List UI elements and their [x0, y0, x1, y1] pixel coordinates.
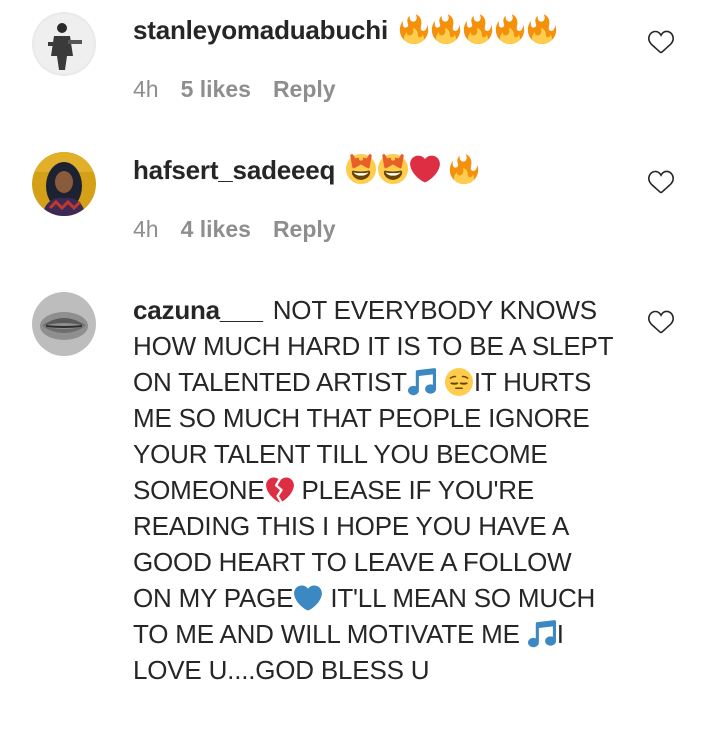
fire-emoji [449, 154, 479, 184]
heart-eyes-emoji [346, 154, 376, 184]
music-notes-emoji [528, 620, 556, 648]
blue-heart-emoji [294, 584, 322, 612]
comment-likes[interactable]: 4 likes [181, 216, 251, 242]
comment-time: 4h [133, 216, 159, 242]
avatar[interactable] [32, 152, 96, 216]
like-heart-icon[interactable] [648, 29, 674, 53]
broken-heart-emoji [266, 476, 294, 504]
fire-emoji [431, 14, 461, 44]
comment-meta: 4h 5 likes Reply [133, 76, 358, 103]
comment-likes[interactable]: 5 likes [181, 76, 251, 102]
pensive-face-emoji [445, 368, 473, 396]
fire-emoji [527, 14, 557, 44]
avatar[interactable] [32, 292, 96, 356]
comment-time: 4h [133, 76, 159, 102]
fire-emoji [495, 14, 525, 44]
reply-button[interactable]: Reply [273, 76, 336, 102]
reply-button[interactable]: Reply [273, 216, 336, 242]
like-heart-icon[interactable] [648, 309, 674, 333]
comment-username[interactable]: hafsert_sadeeeq [133, 155, 335, 185]
comment-username[interactable]: cazuna___ [133, 295, 263, 325]
music-notes-emoji [408, 368, 436, 396]
avatar[interactable] [32, 12, 96, 76]
red-heart-emoji [410, 154, 440, 184]
heart-eyes-emoji [378, 154, 408, 184]
comment-username[interactable]: stanleyomaduabuchi [133, 15, 388, 45]
fire-emoji [463, 14, 493, 44]
comment-text: hafsert_sadeeeq [133, 152, 613, 188]
comment-text: cazuna___ NOT EVERYBODY KNOWS HOW MUCH HA… [133, 292, 613, 688]
like-heart-icon[interactable] [648, 169, 674, 193]
comment-meta: 4h 4 likes Reply [133, 216, 358, 243]
fire-emoji [399, 14, 429, 44]
comment-text: stanleyomaduabuchi [133, 12, 613, 48]
